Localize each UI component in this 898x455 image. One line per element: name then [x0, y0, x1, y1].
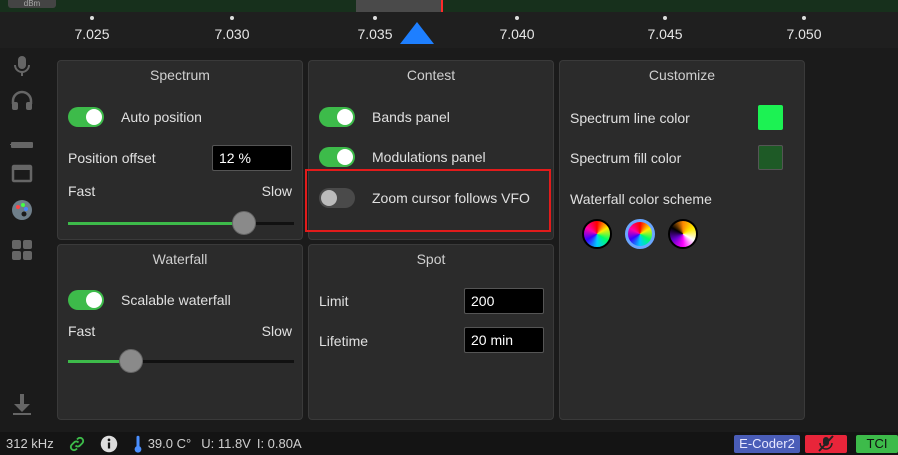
slider-fill [68, 222, 244, 225]
tick-label: 7.025 [52, 16, 132, 42]
lifetime-label: Lifetime [319, 333, 369, 349]
spectrum-speed-slider[interactable] [68, 211, 294, 235]
slider-knob[interactable] [232, 211, 256, 235]
panel-title: Spectrum [150, 67, 210, 83]
mic-muted-icon [818, 435, 834, 452]
tci-badge[interactable]: TCI [856, 435, 898, 453]
dbm-label: dBm [8, 0, 56, 8]
scalable-waterfall-row[interactable]: Scalable waterfall [68, 290, 231, 310]
fill-color-swatch[interactable] [758, 145, 783, 170]
line-color-swatch[interactable] [758, 105, 783, 130]
zoom-cursor-label: Zoom cursor follows VFO [372, 190, 530, 206]
tick-label: 7.045 [625, 16, 705, 42]
auto-position-toggle[interactable] [68, 107, 104, 127]
speed-fast-label: Fast [68, 323, 96, 339]
position-offset-label: Position offset [68, 150, 156, 166]
speed-slow-label: Slow [261, 183, 292, 199]
speed-fast-label: Fast [68, 183, 96, 199]
auto-position-label: Auto position [121, 109, 202, 125]
tick-label: 7.040 [477, 16, 557, 42]
customize-panel: Customize Spectrum line color Spectrum f… [559, 60, 805, 420]
sidebar [0, 48, 44, 428]
slider-knob[interactable] [119, 349, 143, 373]
line-color-label: Spectrum line color [570, 110, 690, 126]
waterfall-speed-slider[interactable] [68, 349, 294, 373]
bandwidth-label: 312 kHz [6, 436, 54, 451]
fill-color-label: Spectrum fill color [570, 150, 682, 166]
spectrum-strip: dBm [0, 0, 898, 12]
waterfall-panel: Waterfall Scalable waterfall Fast Slow [57, 244, 303, 420]
panel-title: Spot [416, 251, 446, 267]
passband-marker[interactable] [356, 0, 442, 12]
bands-panel-toggle[interactable] [319, 107, 355, 127]
tick-label: 7.030 [192, 16, 272, 42]
mic-mute-button[interactable] [805, 435, 847, 453]
vfo-line [441, 0, 443, 12]
frequency-ruler[interactable]: dBm 7.025 7.030 7.035 7.040 7.045 7.050 [0, 0, 898, 48]
modulations-panel-row[interactable]: Modulations panel [319, 147, 486, 167]
zoom-cursor-row[interactable]: Zoom cursor follows VFO [319, 188, 530, 208]
color-scheme-wheel-3[interactable] [668, 219, 698, 249]
modulations-panel-toggle[interactable] [319, 147, 355, 167]
radio-device-icon[interactable] [8, 132, 34, 156]
info-icon[interactable] [100, 435, 118, 453]
scalable-waterfall-toggle[interactable] [68, 290, 104, 310]
zoom-cursor-toggle[interactable] [319, 188, 355, 208]
lifetime-field[interactable]: 20 min [464, 327, 544, 353]
arrow-down-icon[interactable] [10, 392, 34, 416]
tick-label: 7.050 [764, 16, 844, 42]
panel-title: Waterfall [152, 251, 208, 267]
microphone-icon[interactable] [10, 54, 34, 78]
current-value: I: 0.80A [256, 436, 302, 451]
vfo-arrow-icon[interactable] [400, 22, 434, 44]
bands-panel-row[interactable]: Bands panel [319, 107, 450, 127]
position-offset-field[interactable]: 12 % [212, 145, 292, 171]
spectrum-panel: Spectrum Auto position Position offset 1… [57, 60, 303, 240]
temperature-value: 39.0 C° [147, 436, 192, 451]
ecoder-badge[interactable]: E-Coder2 [734, 435, 800, 453]
waterfall-scheme-label: Waterfall color scheme [570, 191, 712, 207]
speed-slow-label: Slow [261, 323, 292, 339]
bands-panel-label: Bands panel [372, 109, 450, 125]
color-scheme-wheel-2[interactable] [625, 219, 655, 249]
modulations-panel-label: Modulations panel [372, 149, 486, 165]
panel-title: Customize [648, 67, 716, 83]
spot-panel: Spot Limit 200 Lifetime 20 min [308, 244, 554, 420]
color-scheme-wheel-1[interactable] [582, 219, 612, 249]
link-icon[interactable] [68, 435, 86, 453]
limit-field[interactable]: 200 [464, 288, 544, 314]
scalable-waterfall-label: Scalable waterfall [121, 292, 231, 308]
auto-position-row[interactable]: Auto position [68, 107, 202, 127]
headphones-icon[interactable] [10, 88, 34, 112]
panel-title: Contest [406, 67, 456, 83]
window-icon[interactable] [10, 161, 34, 185]
thermometer-icon [132, 435, 144, 453]
grid-icon[interactable] [10, 238, 34, 262]
limit-label: Limit [319, 293, 349, 309]
voltage-value: U: 11.8V [201, 436, 251, 451]
contest-panel: Contest Bands panel Modulations panel Zo… [308, 60, 554, 240]
palette-icon[interactable] [10, 198, 34, 222]
